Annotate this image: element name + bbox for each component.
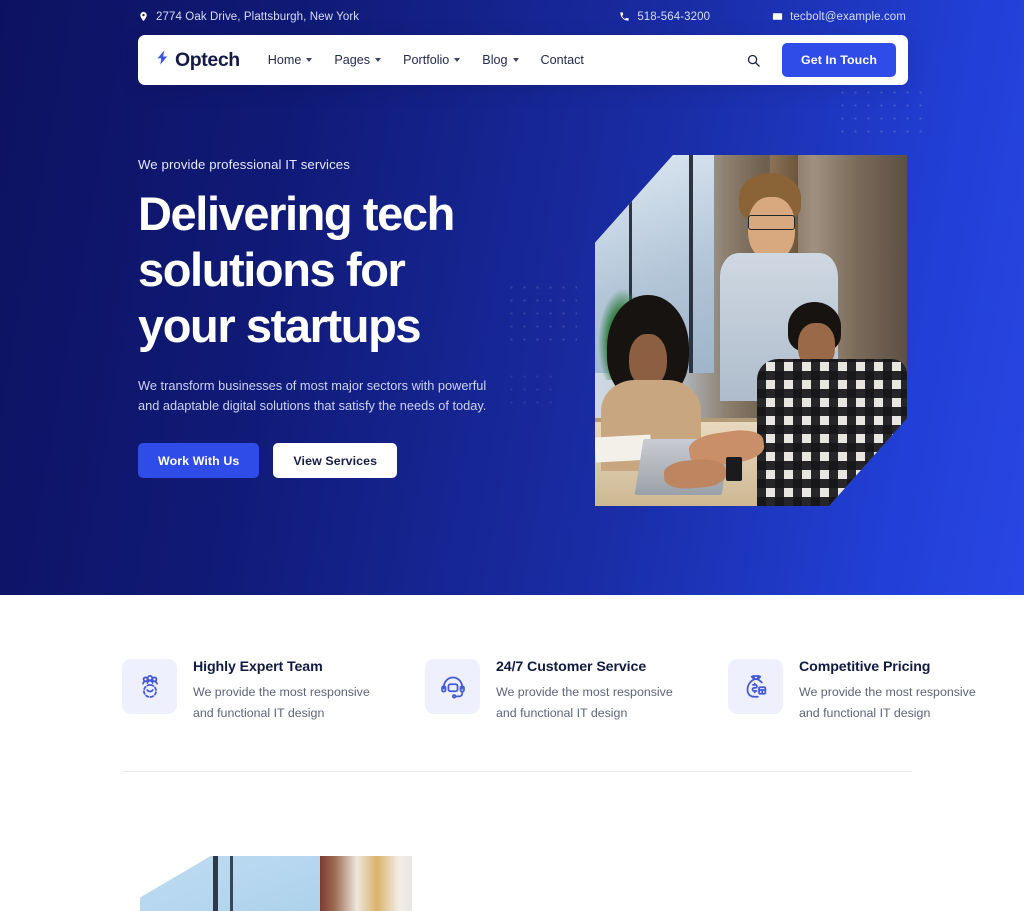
hero-section: 2774 Oak Drive, Plattsburgh, New York 51… bbox=[0, 0, 1024, 595]
features-section: Highly Expert Team We provide the most r… bbox=[0, 595, 1024, 911]
feature-card-customer-service: 24/7 Customer Service We provide the mos… bbox=[425, 659, 676, 724]
lightning-bolt-icon bbox=[154, 47, 171, 73]
feature-description: We provide the most responsive and funct… bbox=[799, 685, 976, 720]
nav-menu: Home Pages Portfolio Blog Contact bbox=[268, 53, 584, 67]
get-in-touch-button[interactable]: Get In Touch bbox=[782, 43, 896, 77]
view-services-button[interactable]: View Services bbox=[273, 443, 398, 478]
nav-label: Home bbox=[267, 53, 302, 67]
hero-button-group: Work With Us View Services bbox=[138, 443, 558, 478]
envelope-icon bbox=[772, 11, 783, 22]
money-bag-icon bbox=[728, 659, 783, 714]
hero-eyebrow: We provide professional IT services bbox=[138, 157, 350, 172]
feature-list: Highly Expert Team We provide the most r… bbox=[122, 659, 976, 724]
phone-icon bbox=[619, 11, 630, 22]
landing-page: 2774 Oak Drive, Plattsburgh, New York 51… bbox=[0, 0, 1024, 911]
nav-item-portfolio[interactable]: Portfolio bbox=[403, 53, 461, 67]
hero-subtitle: We transform businesses of most major se… bbox=[138, 378, 487, 413]
nav-item-contact[interactable]: Contact bbox=[541, 53, 584, 67]
email-item[interactable]: tecbolt@example.com bbox=[772, 11, 906, 23]
address-item: 2774 Oak Drive, Plattsburgh, New York bbox=[138, 11, 359, 23]
dot-pattern-decoration bbox=[836, 86, 932, 134]
feature-description: We provide the most responsive and funct… bbox=[496, 685, 673, 720]
brand-name: Optech bbox=[175, 48, 240, 71]
phone-text: 518-564-3200 bbox=[637, 10, 711, 23]
brand-logo[interactable]: Optech bbox=[154, 47, 240, 73]
feature-title: Highly Expert Team bbox=[193, 659, 323, 675]
nav-item-blog[interactable]: Blog bbox=[482, 53, 519, 67]
nav-label: Contact bbox=[540, 53, 584, 67]
hero-title-line1: Delivering tech bbox=[138, 187, 455, 240]
feature-title: 24/7 Customer Service bbox=[496, 659, 647, 675]
phone-item[interactable]: 518-564-3200 bbox=[619, 11, 710, 23]
feature-description: We provide the most responsive and funct… bbox=[193, 685, 370, 720]
chevron-down-icon bbox=[375, 58, 382, 62]
chevron-down-icon bbox=[454, 58, 461, 62]
hero-title-line2: solutions for bbox=[138, 243, 406, 296]
section-divider bbox=[122, 771, 912, 772]
chevron-down-icon bbox=[306, 58, 313, 62]
main-navigation-bar: Optech Home Pages Portfolio Blog Contact… bbox=[138, 35, 908, 85]
headset-support-icon bbox=[425, 659, 480, 714]
feature-title: Competitive Pricing bbox=[799, 659, 931, 675]
feature-card-expert-team: Highly Expert Team We provide the most r… bbox=[122, 659, 373, 724]
search-icon[interactable] bbox=[740, 47, 766, 73]
team-gear-icon bbox=[122, 659, 177, 714]
email-text: tecbolt@example.com bbox=[790, 10, 906, 23]
location-pin-icon bbox=[138, 11, 149, 22]
nav-item-pages[interactable]: Pages bbox=[334, 53, 382, 67]
hero-image bbox=[595, 155, 907, 506]
hero-title: Delivering tech solutions for your start… bbox=[138, 186, 558, 354]
work-with-us-button[interactable]: Work With Us bbox=[138, 443, 260, 478]
hero-title-line3: your startups bbox=[138, 299, 422, 352]
nav-label: Blog bbox=[482, 53, 508, 67]
feature-card-competitive-pricing: Competitive Pricing We provide the most … bbox=[728, 659, 979, 724]
top-contact-bar: 2774 Oak Drive, Plattsburgh, New York 51… bbox=[0, 0, 1024, 33]
nav-label: Pages bbox=[334, 53, 371, 67]
address-text: 2774 Oak Drive, Plattsburgh, New York bbox=[156, 10, 360, 23]
nav-label: Portfolio bbox=[403, 53, 450, 67]
chevron-down-icon bbox=[512, 58, 519, 62]
nav-item-home[interactable]: Home bbox=[268, 53, 313, 67]
